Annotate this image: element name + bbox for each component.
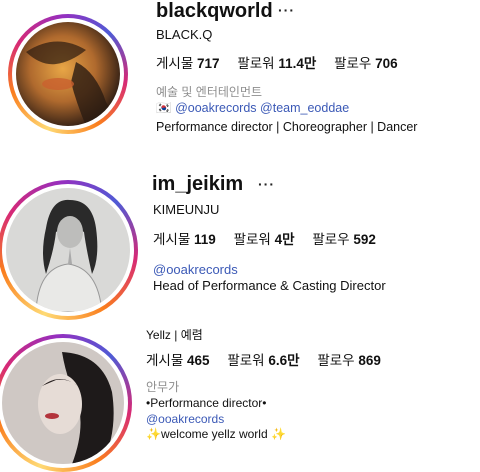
stat-followers[interactable]: 팔로워 4만	[234, 232, 295, 247]
stat-posts[interactable]: 게시물 465	[146, 353, 210, 368]
more-options-icon[interactable]: ···	[258, 176, 275, 192]
avatar-photo	[16, 22, 120, 126]
avatar[interactable]	[8, 14, 128, 134]
bio-links-line: 🇰🇷 @ooakrecords @team_eoddae	[156, 101, 349, 116]
bio-text: ✨welcome yellz world ✨	[146, 427, 286, 441]
category-label: 예술 및 엔터테인먼트	[156, 85, 263, 99]
display-name: KIMEUNJU	[153, 202, 220, 217]
flag-icon: 🇰🇷	[156, 101, 172, 115]
bio-text: Head of Performance & Casting Director	[153, 278, 386, 293]
stat-followers[interactable]: 팔로워 6.6만	[227, 353, 299, 368]
profile-card-blackqworld: blackqworld ··· BLACK.Q 게시물 717 팔로워 11.4…	[0, 0, 480, 160]
mention-link[interactable]: @ooakrecords	[146, 412, 224, 426]
stat-following[interactable]: 팔로우 869	[317, 353, 381, 368]
stat-posts[interactable]: 게시물 119	[153, 232, 216, 247]
display-name: Yellz | 예렴	[146, 328, 203, 342]
profile-card-im_jeikim: im_jeikim ··· KIMEUNJU 게시물 119 팔로워 4만 팔로…	[0, 160, 480, 320]
stats-row: 게시물 119 팔로워 4만 팔로우 592	[153, 228, 390, 248]
username[interactable]: blackqworld	[156, 0, 273, 23]
more-options-icon[interactable]: ···	[278, 2, 295, 18]
avatar-photo	[6, 188, 130, 312]
mention-link[interactable]: @ooakrecords	[175, 101, 256, 115]
stats-row: 게시물 717 팔로워 11.4만 팔로우 706	[156, 52, 412, 72]
stat-posts[interactable]: 게시물 717	[156, 56, 220, 71]
mention-link[interactable]: @ooakrecords	[153, 262, 238, 277]
stats-row: 게시물 465 팔로워 6.6만 팔로우 869	[146, 349, 395, 369]
stat-following[interactable]: 팔로우 706	[334, 56, 398, 71]
profile-card-yellz: Yellz | 예렴 게시물 465 팔로워 6.6만 팔로우 869 안무가 …	[0, 310, 480, 472]
avatar[interactable]	[0, 180, 138, 320]
bio-text: Performance director | Choreographer | D…	[156, 120, 418, 134]
avatar[interactable]	[0, 334, 132, 472]
stat-following[interactable]: 팔로우 592	[312, 232, 376, 247]
category-label: 안무가	[146, 380, 180, 394]
bio-text: •Performance director•	[146, 396, 267, 410]
username[interactable]: im_jeikim	[152, 173, 243, 196]
avatar-photo	[2, 342, 124, 464]
display-name: BLACK.Q	[156, 27, 213, 42]
stat-followers[interactable]: 팔로워 11.4만	[237, 56, 316, 71]
mention-link[interactable]: @team_eoddae	[260, 101, 349, 115]
